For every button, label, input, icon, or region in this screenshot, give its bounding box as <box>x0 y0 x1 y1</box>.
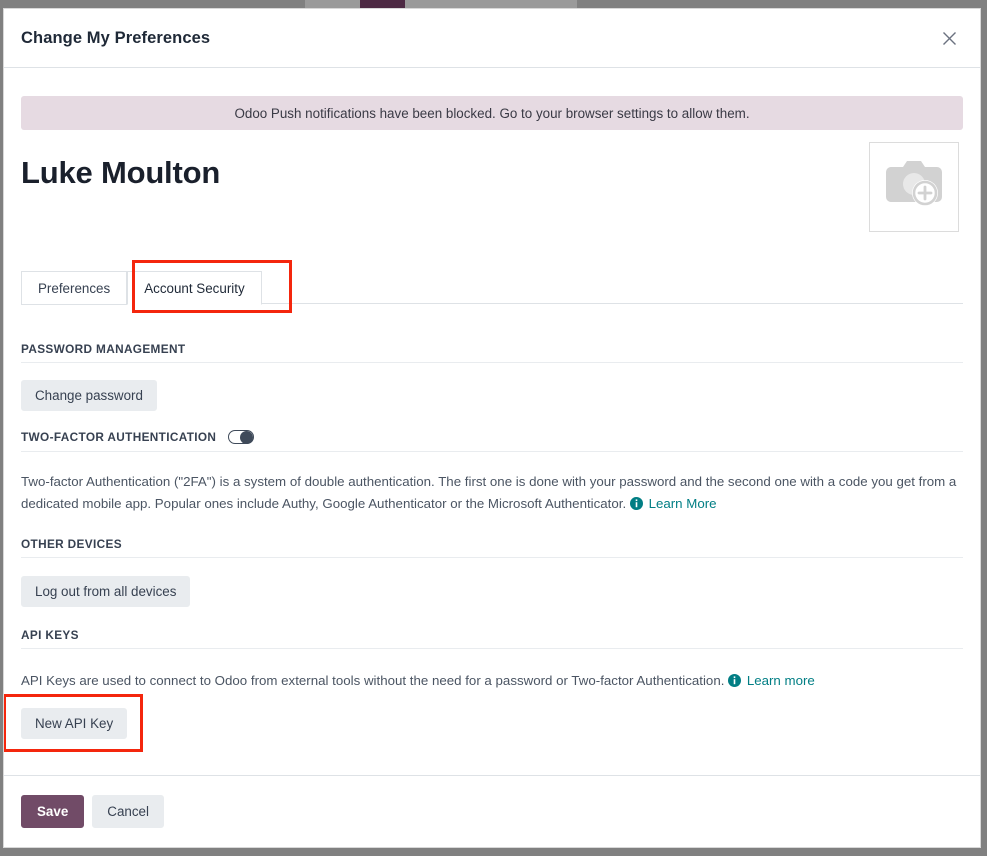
section-password-management: PASSWORD MANAGEMENT Change password TWO-… <box>4 342 980 516</box>
toggle-knob <box>240 431 253 444</box>
info-circle-icon <box>630 495 643 517</box>
api-keys-description-text: API Keys are used to connect to Odoo fro… <box>21 673 724 688</box>
tab-account-security-label: Account Security <box>144 281 244 296</box>
two-factor-toggle[interactable] <box>228 430 254 444</box>
close-button[interactable] <box>934 23 964 53</box>
background-toolbar-strip <box>305 0 577 8</box>
two-factor-description-text: Two-factor Authentication ("2FA") is a s… <box>21 474 956 511</box>
tab-preferences[interactable]: Preferences <box>21 271 127 305</box>
dialog-footer: Save Cancel <box>4 775 980 847</box>
two-factor-learn-more-link[interactable]: Learn More <box>649 496 717 511</box>
two-factor-heading-row: TWO-FACTOR AUTHENTICATION <box>21 430 963 452</box>
tab-preferences-label: Preferences <box>38 281 110 296</box>
close-icon <box>942 31 957 46</box>
logout-all-devices-button[interactable]: Log out from all devices <box>21 576 190 607</box>
dialog-header: Change My Preferences <box>4 9 980 68</box>
avatar-upload[interactable] <box>869 142 959 232</box>
two-factor-heading: TWO-FACTOR AUTHENTICATION <box>21 430 216 444</box>
profile-header: Luke Moulton <box>4 130 980 232</box>
alert-message: Odoo Push notifications have been blocke… <box>234 106 749 121</box>
page-title: Luke Moulton <box>21 156 220 190</box>
password-management-heading: PASSWORD MANAGEMENT <box>21 342 963 363</box>
api-keys-heading: API KEYS <box>21 628 963 649</box>
info-circle-icon <box>728 672 741 694</box>
tab-bar: Preferences Account Security <box>21 270 963 304</box>
change-password-button[interactable]: Change password <box>21 380 157 411</box>
preferences-dialog: Change My Preferences Odoo Push notifica… <box>3 8 981 848</box>
dialog-title: Change My Preferences <box>21 29 210 48</box>
background-accent-block <box>360 0 405 8</box>
section-other-devices: OTHER DEVICES Log out from all devices <box>4 537 980 607</box>
save-button[interactable]: Save <box>21 795 84 828</box>
push-notification-alert: Odoo Push notifications have been blocke… <box>21 96 963 130</box>
dialog-body: Odoo Push notifications have been blocke… <box>4 68 980 775</box>
api-keys-description: API Keys are used to connect to Odoo fro… <box>21 670 963 694</box>
cancel-button[interactable]: Cancel <box>92 795 164 828</box>
other-devices-heading: OTHER DEVICES <box>21 537 963 558</box>
section-api-keys: API KEYS API Keys are used to connect to… <box>4 628 980 739</box>
api-keys-learn-more-link[interactable]: Learn more <box>747 673 815 688</box>
new-api-key-button[interactable]: New API Key <box>21 708 127 739</box>
tab-account-security[interactable]: Account Security <box>127 271 261 305</box>
camera-add-icon <box>883 159 945 216</box>
two-factor-description: Two-factor Authentication ("2FA") is a s… <box>21 471 963 516</box>
